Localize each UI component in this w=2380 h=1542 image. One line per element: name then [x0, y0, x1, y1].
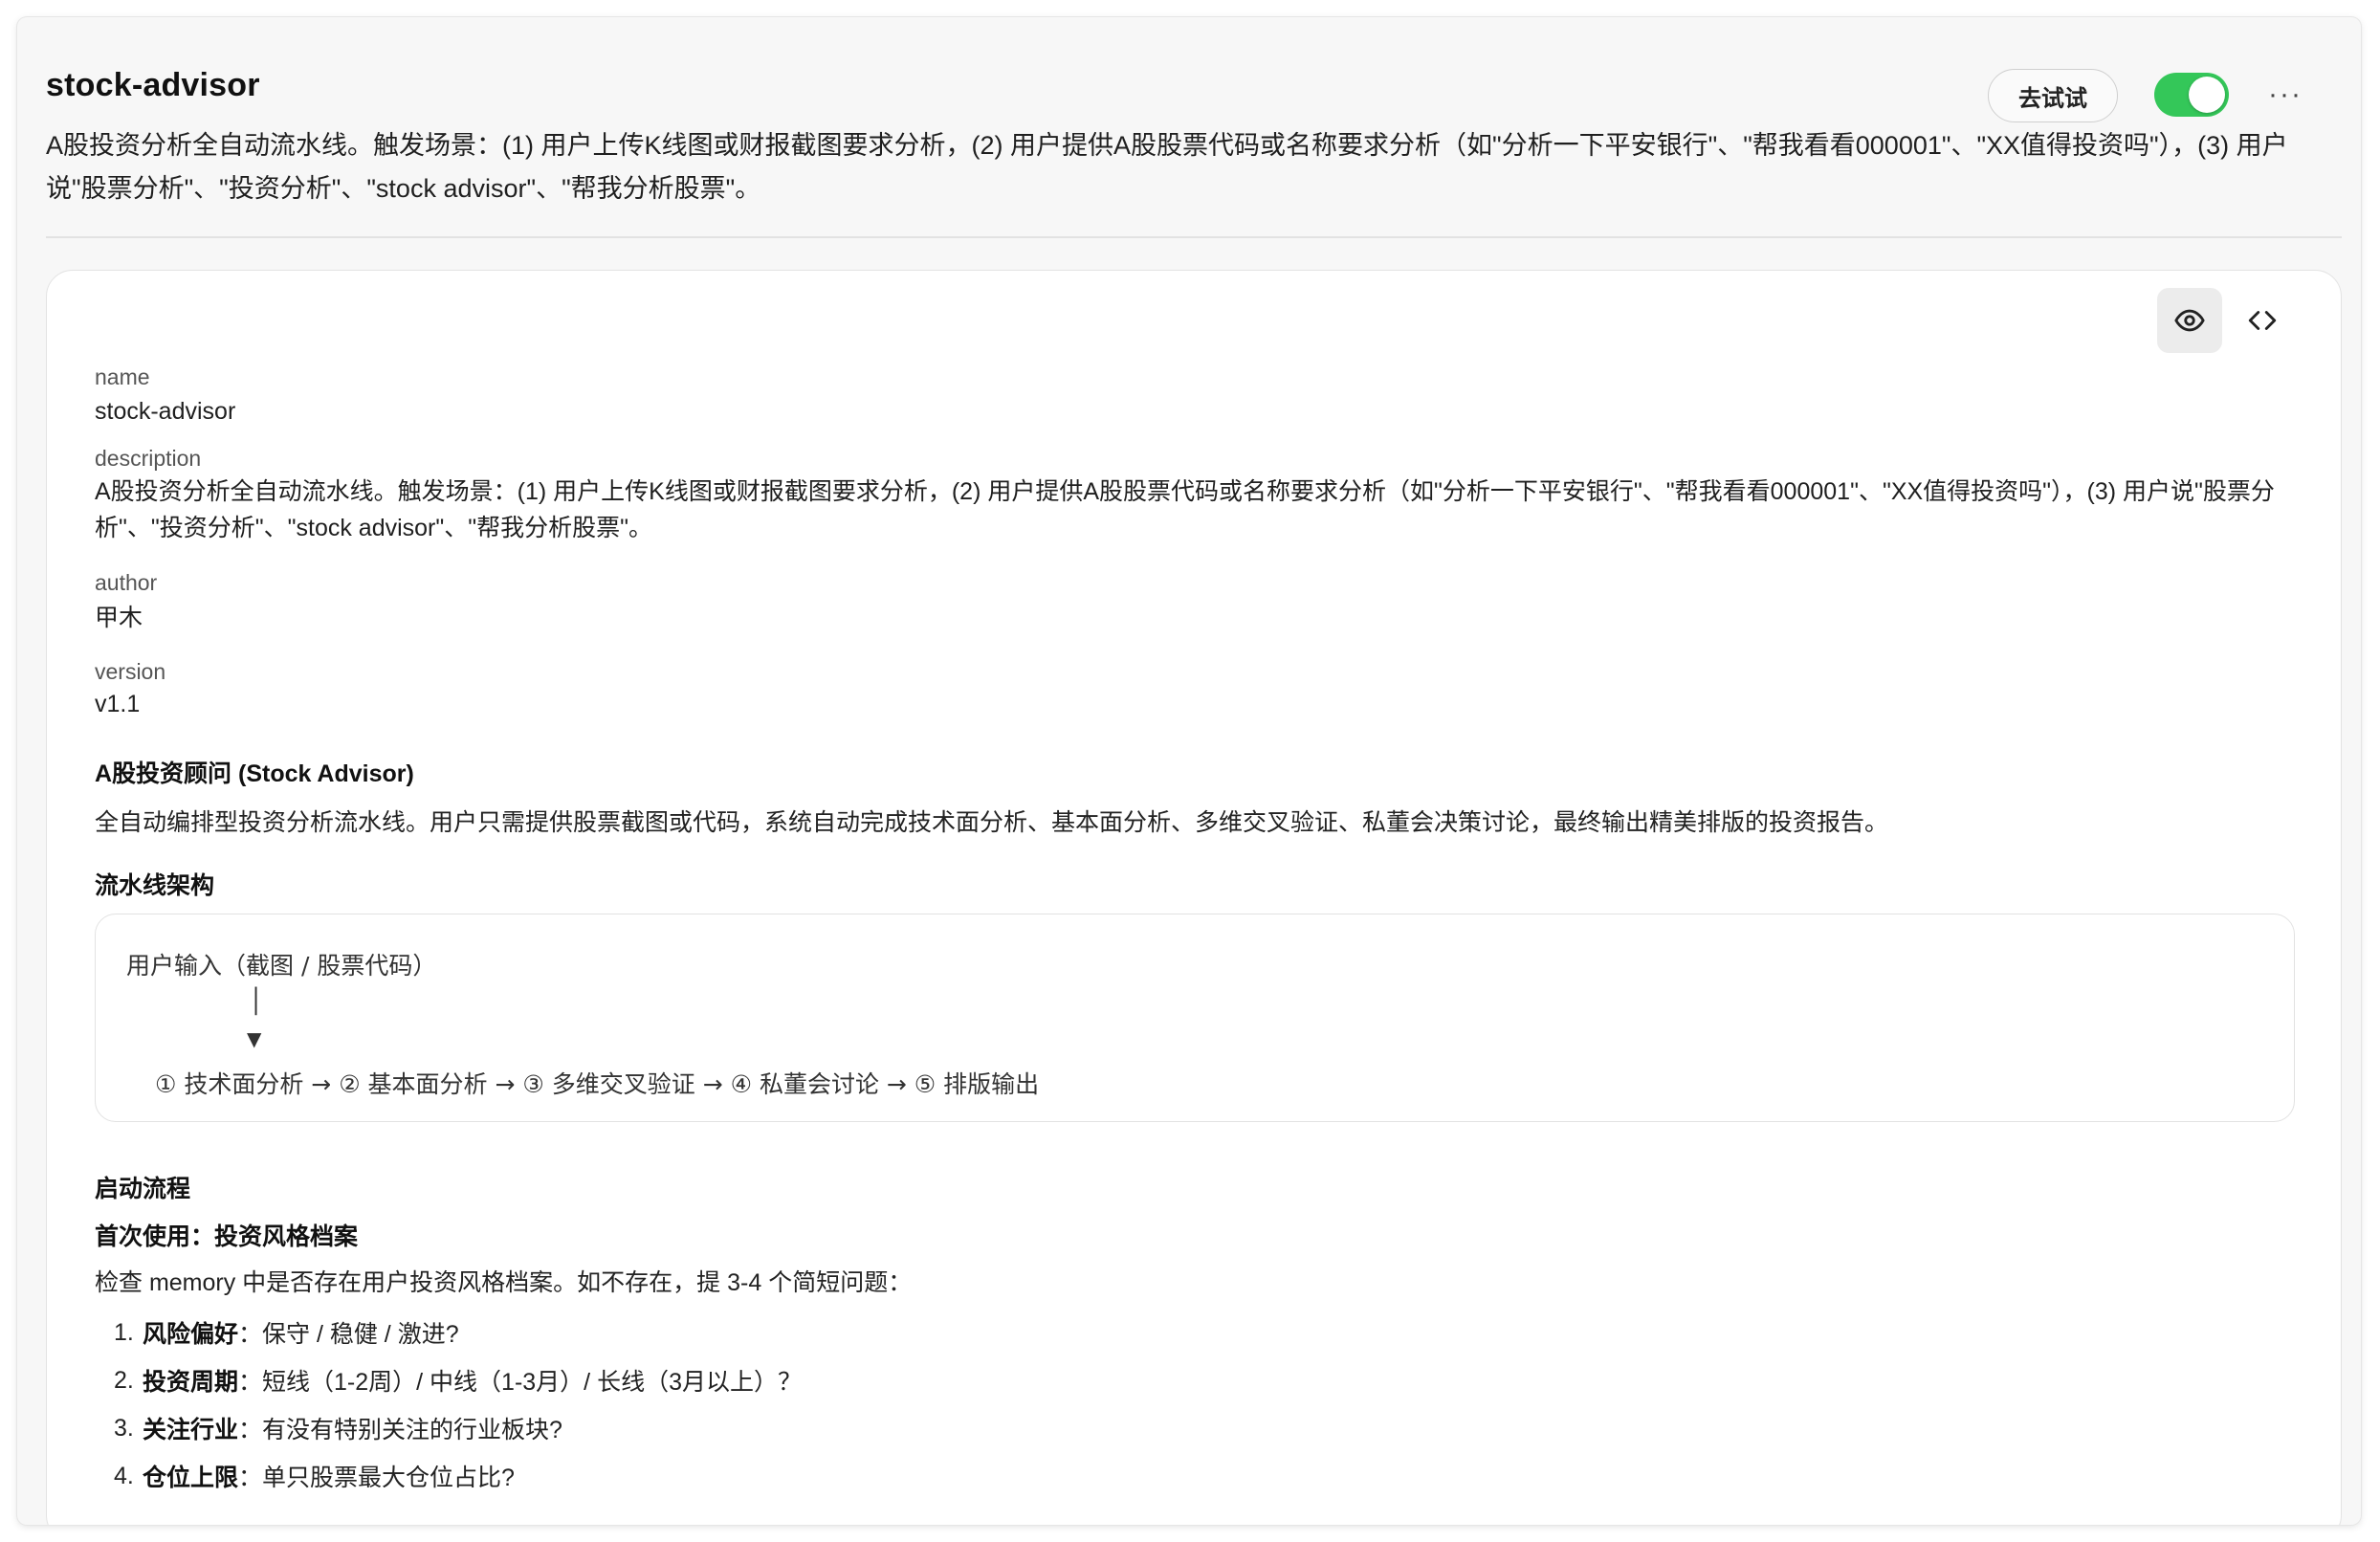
list-item-text: ：有没有特别关注的行业板块?: [238, 1417, 562, 1443]
eye-icon: [2174, 309, 2205, 332]
code-line-steps: ① 技术面分析 → ② 基本面分析 → ③ 多维交叉验证 → ④ 私董会讨论 →…: [155, 1070, 1040, 1098]
code-icon: [2248, 311, 2277, 330]
code-line-input: 用户输入（截图 / 股票代码）: [126, 952, 437, 980]
list-item-number: 4.: [114, 1462, 134, 1489]
doc-heading: A股投资顾问 (Stock Advisor): [95, 760, 414, 787]
view-mode-toggle: [2157, 288, 2295, 353]
list-item-label: 投资周期: [143, 1369, 239, 1396]
list-item: 2. 投资周期 ：短线（1-2周）/ 中线（1-3月）/ 长线（3月以上）？: [114, 1356, 1644, 1404]
description-value: A股投资分析全自动流水线。触发场景：(1) 用户上传K线图或财报截图要求分析，(…: [95, 478, 2275, 541]
list-item-label: 关注行业: [143, 1417, 239, 1443]
pipeline-heading: 流水线架构: [95, 872, 215, 899]
code-mode-button[interactable]: [2230, 288, 2295, 353]
author-value: 甲木: [95, 605, 143, 631]
skill-content-card: name stock-advisor description A股投资分析全自动…: [46, 270, 2342, 1525]
questions-list: 1. 风险偏好 ：保守 / 稳健 / 激进? 2. 投资周期 ：短线（1-2周）…: [114, 1309, 1644, 1500]
list-item-label: 风险偏好: [143, 1321, 239, 1348]
list-item-number: 2.: [114, 1366, 134, 1394]
enable-toggle[interactable]: [2154, 73, 2229, 117]
name-value: stock-advisor: [95, 398, 236, 425]
header-divider: [46, 236, 2342, 238]
startup-heading: 启动流程: [95, 1176, 191, 1202]
list-item-number: 3.: [114, 1414, 134, 1442]
toggle-knob: [2189, 77, 2225, 113]
author-label: author: [95, 570, 158, 595]
version-label: version: [95, 659, 166, 684]
skill-detail-panel: stock-advisor 去试试 ··· A股投资分析全自动流水线。触发场景：…: [17, 17, 2361, 1525]
skill-summary: A股投资分析全自动流水线。触发场景：(1) 用户上传K线图或财报截图要求分析，(…: [46, 131, 2288, 203]
list-item: 4. 仓位上限 ：单只股票最大仓位占比?: [114, 1452, 1644, 1500]
skill-title: stock-advisor: [46, 67, 260, 103]
list-item: 1. 风险偏好 ：保守 / 稳健 / 激进?: [114, 1309, 1644, 1356]
first-use-heading: 首次使用：投资风格档案: [95, 1223, 359, 1250]
list-item-text: ：单只股票最大仓位占比?: [238, 1465, 515, 1491]
skill-header: stock-advisor 去试试 ···: [46, 55, 2332, 132]
list-item-text: ：保守 / 稳健 / 激进?: [238, 1321, 459, 1348]
version-value: v1.1: [95, 691, 141, 717]
preview-mode-button[interactable]: [2157, 288, 2222, 353]
first-use-text: 检查 memory 中是否存在用户投资风格档案。如不存在，提 3-4 个简短问题…: [95, 1269, 913, 1296]
more-options-icon[interactable]: ···: [2263, 73, 2307, 117]
list-item-text: ：短线（1-2周）/ 中线（1-3月）/ 长线（3月以上）？: [238, 1369, 802, 1396]
list-item-label: 仓位上限: [143, 1465, 239, 1491]
description-label: description: [95, 446, 202, 471]
try-button[interactable]: 去试试: [1988, 69, 2118, 122]
list-item: 3. 关注行业 ：有没有特别关注的行业板块?: [114, 1404, 1644, 1452]
doc-intro: 全自动编排型投资分析流水线。用户只需提供股票截图或代码，系统自动完成技术面分析、…: [95, 809, 1889, 836]
list-item-number: 1.: [114, 1318, 134, 1346]
name-label: name: [95, 364, 150, 389]
code-line-pipe: │: [249, 987, 264, 1015]
code-line-arrow: ▼: [247, 1027, 262, 1050]
pipeline-code-block: 用户输入（截图 / 股票代码） │ ▼ ① 技术面分析 → ② 基本面分析 → …: [95, 914, 2295, 1122]
